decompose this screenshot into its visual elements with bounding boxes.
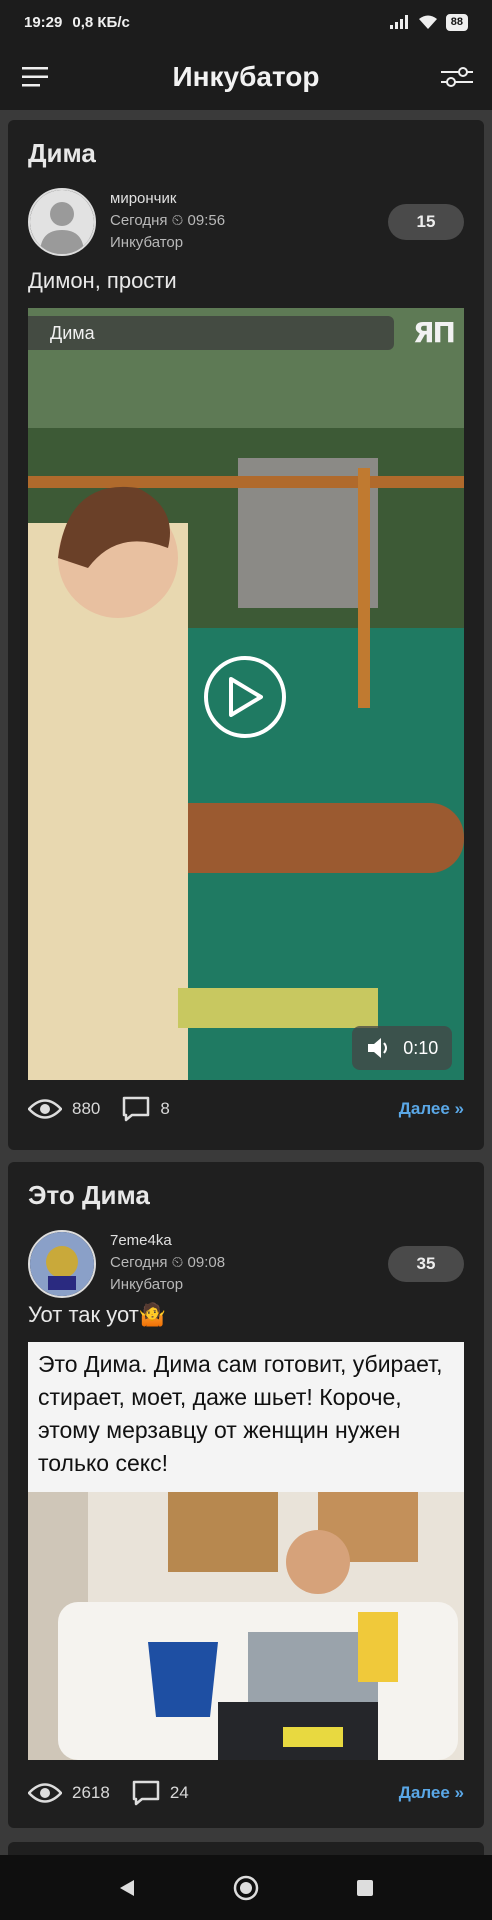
- views-stat: 880: [28, 1098, 100, 1120]
- avatar[interactable]: [28, 1230, 96, 1298]
- status-bar: 19:29 0,8 КБ/с 88: [0, 0, 492, 44]
- comments-stat[interactable]: 24: [132, 1780, 189, 1806]
- post-date: Сегодня: [110, 1254, 168, 1271]
- post-meta: 7eme4ka Сегодня ⏲ 09:08 Инкубатор: [110, 1230, 225, 1296]
- community-name[interactable]: Инкубатор: [110, 232, 225, 254]
- network-speed: 0,8 КБ/с: [72, 13, 130, 31]
- rating-badge[interactable]: 15: [388, 204, 464, 240]
- menu-button[interactable]: [0, 44, 70, 110]
- post-text: Димон, прости: [28, 268, 177, 293]
- app-bar: Инкубатор: [0, 44, 492, 110]
- rating-badge[interactable]: 35: [388, 1246, 464, 1282]
- status-icons: 88: [389, 13, 468, 31]
- back-icon[interactable]: [118, 1878, 136, 1898]
- post-title[interactable]: Дима: [28, 138, 96, 169]
- play-button[interactable]: [204, 656, 286, 738]
- eye-icon: [28, 1783, 62, 1803]
- post-title[interactable]: Это Дима: [28, 1180, 150, 1211]
- read-more-link[interactable]: Далее »: [399, 1783, 464, 1803]
- filter-button[interactable]: [422, 44, 492, 110]
- eye-icon: [28, 1099, 62, 1119]
- community-name[interactable]: Инкубатор: [110, 1274, 225, 1296]
- volume-icon[interactable]: [366, 1037, 392, 1059]
- avatar[interactable]: [28, 188, 96, 256]
- image-caption: Это Дима. Дима сам готовит, убирает, сти…: [28, 1342, 464, 1492]
- post-time: 09:56: [187, 212, 226, 229]
- post-time: 09:08: [187, 1254, 226, 1271]
- post-footer: 880 8 Далее »: [28, 1096, 464, 1122]
- post-date: Сегодня: [110, 212, 168, 229]
- system-nav-bar: [0, 1855, 492, 1920]
- views-count: 2618: [72, 1783, 110, 1802]
- page-title: Инкубатор: [172, 61, 320, 92]
- wifi-icon: [418, 15, 437, 29]
- views-stat: 2618: [28, 1782, 110, 1804]
- comments-count: 24: [169, 1783, 189, 1802]
- watermark-logo: ЯП: [413, 316, 456, 349]
- recents-icon[interactable]: [356, 1879, 374, 1897]
- post-card-peek[interactable]: [8, 1842, 484, 1855]
- author-name[interactable]: 7eme4ka: [110, 1230, 225, 1252]
- post-card[interactable]: Это Дима 7eme4ka Сегодня ⏲ 09:08 Инкубат…: [8, 1162, 484, 1828]
- author-name[interactable]: мирончик: [110, 188, 225, 210]
- read-more-link[interactable]: Далее »: [399, 1099, 464, 1119]
- post-image[interactable]: Это Дима. Дима сам готовит, убирает, сти…: [28, 1342, 464, 1760]
- signal-icon: [389, 15, 408, 29]
- photo-illustration: [28, 1492, 464, 1760]
- post-meta: мирончик Сегодня ⏲ 09:56 Инкубатор: [110, 188, 225, 254]
- clock-icon: ⏲: [171, 1254, 184, 1271]
- status-time: 19:29: [24, 13, 63, 31]
- clock-icon: ⏲: [171, 212, 184, 229]
- user-avatar-image: [30, 1232, 94, 1296]
- comment-icon: [123, 1096, 150, 1122]
- post-date-row: Сегодня ⏲ 09:08: [110, 1252, 225, 1274]
- sliders-icon: [441, 67, 473, 87]
- video-duration: 0:10: [403, 1037, 439, 1058]
- feed[interactable]: Дима мирончик Сегодня ⏲ 09:56 Инкубатор …: [0, 110, 492, 1855]
- photo: [28, 1492, 464, 1760]
- post-card[interactable]: Дима мирончик Сегодня ⏲ 09:56 Инкубатор …: [8, 120, 484, 1150]
- hamburger-icon: [22, 67, 48, 87]
- comment-icon: [132, 1780, 160, 1806]
- default-avatar-icon: [30, 190, 94, 254]
- video-label: Дима: [28, 316, 394, 350]
- post-date-row: Сегодня ⏲ 09:56: [110, 210, 225, 232]
- video-player[interactable]: Дима ЯП 0:10: [28, 308, 464, 1080]
- volume-duration[interactable]: 0:10: [352, 1026, 452, 1070]
- play-icon: [229, 677, 263, 717]
- home-icon[interactable]: [233, 1875, 259, 1901]
- battery-icon: 88: [445, 13, 468, 31]
- post-text: Уот так уот🤷: [28, 1302, 167, 1327]
- views-count: 880: [72, 1099, 101, 1118]
- post-footer: 2618 24 Далее »: [28, 1780, 464, 1806]
- comments-stat[interactable]: 8: [122, 1096, 170, 1122]
- comments-count: 8: [160, 1099, 170, 1118]
